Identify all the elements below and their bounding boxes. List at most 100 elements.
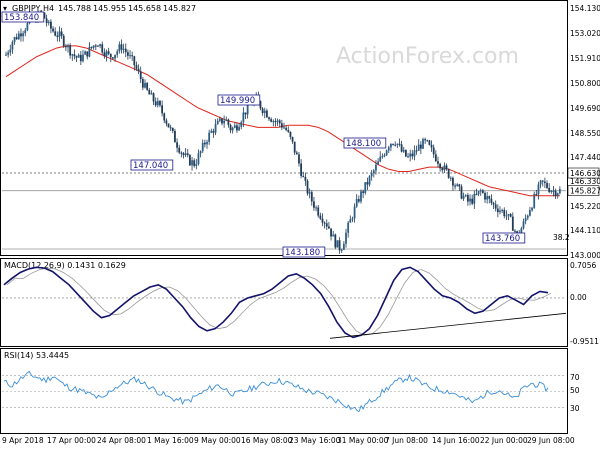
candle-body [537, 184, 540, 195]
candle-body [122, 48, 125, 50]
candle-body [304, 176, 307, 181]
candle-body [539, 180, 542, 185]
candle-body [265, 110, 268, 118]
candle-body [321, 218, 324, 223]
candle-body [99, 44, 101, 47]
candle-body [131, 55, 134, 57]
candle-body [201, 142, 204, 152]
candle-body [84, 51, 87, 55]
candle-body [26, 23, 29, 31]
candle-body [496, 208, 499, 213]
candle-body [156, 100, 159, 106]
candle-body [535, 193, 538, 195]
x-tick-label: 22 Jun 00:00 [480, 436, 528, 445]
candle-body [325, 223, 328, 227]
candle-body [7, 52, 10, 55]
candle-body [208, 132, 211, 142]
candle-body [114, 54, 116, 59]
candle-body [174, 130, 176, 143]
x-tick-label: 14 Jun 16:00 [432, 436, 480, 445]
candle-body [244, 112, 247, 115]
candle-body [206, 141, 208, 145]
candle-body [92, 45, 95, 48]
x-tick-label: 7 Jun 08:00 [385, 436, 428, 445]
candle-body [556, 193, 559, 196]
candle-body [13, 37, 16, 42]
candle-body [430, 144, 433, 148]
candle-body [428, 140, 431, 145]
candle-body [197, 153, 200, 165]
candle-body [351, 218, 354, 220]
x-tick-label: 31 May 00:00 [337, 436, 389, 445]
candle-body [434, 154, 437, 162]
candle-body [323, 222, 326, 224]
candle-body [385, 150, 388, 156]
price-tick-label: 145.220 [570, 202, 600, 211]
candle-body [347, 222, 350, 233]
macd-tick-label: -0.9511 [570, 337, 599, 346]
candle-body [73, 54, 76, 57]
candle-body [300, 163, 303, 176]
candle-body [182, 153, 185, 155]
candle-body [413, 150, 416, 157]
candle-body [94, 45, 97, 47]
ohlc-open: 145.788 [58, 4, 91, 13]
candle-body [126, 52, 129, 56]
candle-body [233, 125, 236, 128]
candle-body [419, 144, 422, 149]
ohlc-high: 145.955 [93, 4, 126, 13]
level-label-text: 149.990 [220, 96, 255, 106]
watermark: ActionForex.com [336, 44, 519, 69]
candle-body [163, 113, 166, 121]
candle-body [338, 240, 341, 251]
candle-body [103, 52, 106, 57]
candle-body [505, 215, 508, 217]
candle-body [203, 142, 206, 145]
price-tick-label: 151.910 [570, 54, 600, 63]
candle-body [394, 144, 397, 146]
candle-body [52, 28, 54, 32]
candle-body [552, 190, 555, 192]
candle-body [69, 45, 72, 56]
candle-body [439, 163, 442, 169]
candle-body [50, 21, 52, 29]
candle-body [283, 127, 285, 129]
candle-body [368, 176, 371, 185]
candle-body [315, 207, 317, 209]
candle-body [101, 44, 104, 53]
candle-body [240, 122, 243, 127]
candle-body [546, 183, 548, 188]
candle-body [484, 192, 486, 200]
candle-body [212, 130, 215, 133]
price-tick-label: 146.330 [570, 177, 600, 186]
candle-body [454, 185, 456, 187]
candle-body [107, 51, 110, 54]
candle-body [15, 37, 18, 40]
candle-body [229, 124, 232, 131]
candle-body [291, 136, 294, 142]
candle-body [64, 46, 67, 48]
candle-body [452, 177, 454, 186]
rsi-panel [0, 348, 568, 434]
candle-body [499, 210, 501, 213]
candle-body [268, 117, 270, 120]
candle-body [375, 164, 377, 171]
candle-body [293, 141, 296, 153]
level-label-text: 147.040 [133, 161, 168, 171]
candle-body [22, 33, 25, 37]
rsi-panel-title: RSI(14) 53.4445 [4, 351, 69, 360]
candle-body [216, 120, 219, 125]
candle-body [370, 172, 373, 177]
candle-body [133, 56, 136, 66]
candle-body [366, 182, 369, 185]
candle-body [332, 234, 335, 237]
price-tick-label: 144.110 [570, 226, 600, 235]
candle-body [360, 191, 362, 202]
candle-body [60, 31, 63, 36]
candle-body [45, 18, 48, 24]
candle-body [276, 120, 279, 122]
rsi-tick-label: 30 [570, 404, 580, 413]
candle-body [533, 193, 536, 208]
candle-body [449, 177, 452, 179]
candle-body [471, 198, 474, 204]
